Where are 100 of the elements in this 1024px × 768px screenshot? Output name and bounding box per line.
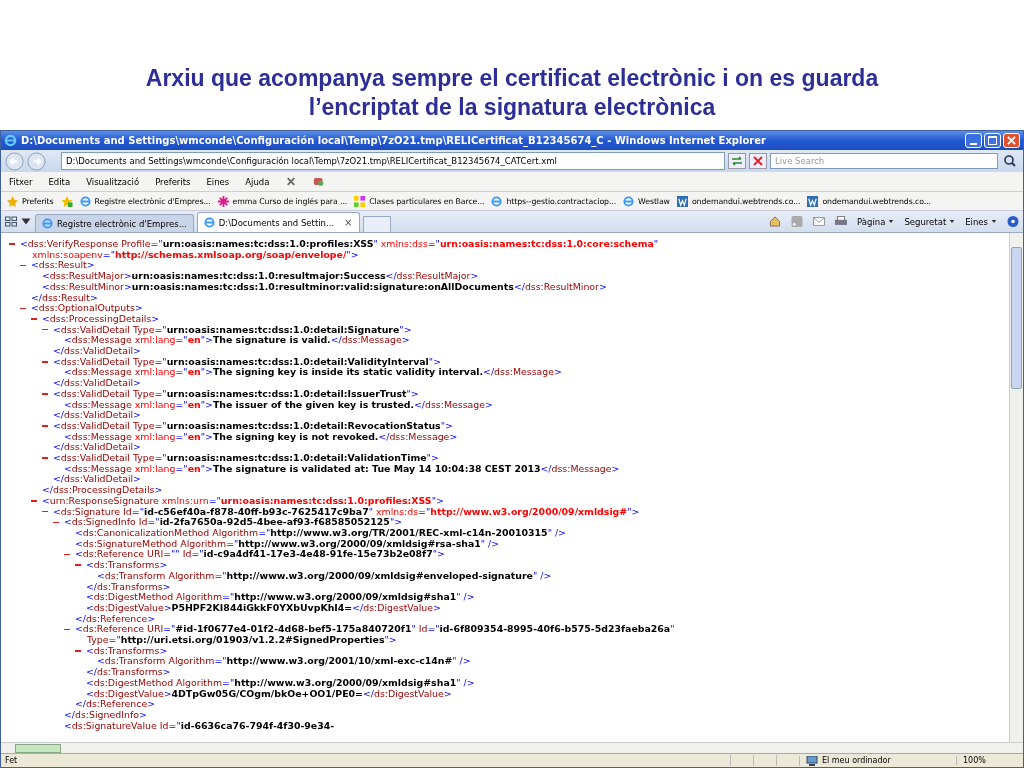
collapse-toggle-icon[interactable] — [42, 359, 48, 366]
menu-item[interactable]: Visualització — [86, 176, 140, 187]
horizontal-scrollbar[interactable] — [1, 742, 1023, 753]
close-button[interactable] — [1003, 133, 1020, 148]
xml-line: <ds:Reference URI="#id-1f0677e4-01f2-4d68-bef5-175a840720f1" Id="id-6f809354-8995-40f6-b575-5d23faeba26a" — [75, 624, 675, 635]
stop-button[interactable] — [749, 153, 767, 169]
menu-item[interactable]: Edita — [48, 176, 71, 187]
xml-line: </dss:ValidDetail> — [53, 442, 141, 454]
restore-button[interactable] — [984, 133, 1001, 148]
mail-icon[interactable] — [813, 216, 826, 227]
caret-icon — [888, 219, 895, 224]
slide-title: l’encriptat de la signatura electrònica — [307, 93, 717, 122]
command-menu[interactable]: Seguretat — [904, 216, 956, 227]
collapse-toggle-icon[interactable] — [42, 423, 48, 430]
globe-icon — [623, 195, 635, 207]
add-favorite-icon[interactable] — [60, 195, 73, 207]
globe-icon — [203, 217, 215, 228]
xml-line: <urn:ResponseSignature xmlns:urn="urn:oasis:names:tc:dss:1.0:profiles:XSS"> — [42, 495, 444, 507]
browser-tab[interactable]: D:\Documents and Settin... × — [196, 212, 360, 232]
xml-line: <dss:OptionalOutputs> — [31, 303, 143, 314]
xml-line: <ds:SignatureValue Id="id-6636ca76-794f-4f30-9e34- — [64, 720, 335, 732]
command-menu[interactable]: Eines — [965, 216, 997, 227]
collapse-toggle-icon[interactable] — [75, 648, 81, 655]
xml-line: </ds:Reference> — [75, 699, 156, 710]
menu-item[interactable]: Ajuda — [245, 176, 270, 187]
collapse-toggle-icon[interactable] — [9, 241, 15, 248]
dropdown-icon[interactable] — [20, 216, 32, 227]
slide-title: Arxiu que acompanya sempre el certificat electrònic i on es guarda — [144, 64, 880, 93]
xml-line: <ds:Reference URI="" Id="id-c9a4df41-17e3-4e48-91fe-15e73b2e08f7"> — [75, 549, 445, 561]
browser-icon — [4, 134, 17, 147]
quick-tabs-icon[interactable] — [5, 216, 17, 227]
address-field[interactable]: D:\Documents and Settings\wmconde\Configuración local\Temp\7zO21.tmp\RELICertificat_B12345674_CATCert.xml — [61, 152, 725, 170]
xml-line: </dss:ProcessingDetails> — [42, 485, 163, 496]
xml-line: </ds:Transforms> — [86, 581, 171, 593]
vertical-scrollbar[interactable] — [1009, 233, 1023, 742]
xml-line: <ds:Transforms> — [86, 560, 168, 571]
xml-line: <ds:Signature Id="id-c56ef40a-f878-40ff-b93c-7625417c9ba7" xmlns:ds="http://www.w3.org/2000/09/xmldsig#"> — [53, 506, 640, 518]
caret-icon — [991, 219, 997, 224]
menu-item[interactable]: Fitxer — [9, 176, 33, 187]
browser-tab[interactable]: Registre electrònic d'Empres... — [35, 214, 194, 232]
refresh-button[interactable] — [728, 153, 746, 169]
status-text: Fet — [4, 756, 19, 765]
close-icon — [1007, 136, 1016, 145]
xml-line: <dss:Message xml:lang="en">The issuer of the given key is trusted.</dss:Message> — [64, 399, 493, 411]
xml-line: <ds:SignatureMethod Algorithm="http://www.w3.org/2000/09/xmldsig#rsa-sha1" /> — [75, 538, 500, 550]
asterisk-icon — [217, 195, 229, 207]
xml-line: <dss:VerifyResponse Profile="urn:oasis:names:tc:dss:1.0:profiles:XSS" xmlns:dss="urn:oasis:names:tc:dss:1.0:core:schema" — [20, 239, 659, 250]
xml-line: <dss:ValidDetail Type="urn:oasis:names:tc:dss:1.0:detail:IssuerTrust"> — [53, 388, 419, 400]
window-title: D:\Documents and Settings\wmconde\Configuración local\Temp\7zO21.tmp\RELICertificat_B12345674_C - Windows Internet Explorer — [21, 135, 767, 146]
collapse-toggle-icon[interactable] — [75, 562, 81, 569]
xml-line: <ds:DigestValue>P5HPF2KI844iGkkF0YXbUvpKhI4=</ds:DigestValue> — [86, 602, 441, 614]
toolbar-icon[interactable] — [313, 176, 326, 187]
xml-line: </dss:ValidDetail> — [53, 378, 141, 389]
letter-tile-icon — [807, 195, 819, 207]
xml-line: <ds:DigestMethod Algorithm="http://www.w3.org/2000/09/xmldsig#sha1" /> — [86, 677, 475, 689]
menu-item[interactable]: Preferits — [155, 176, 191, 187]
xml-line: <ds:DigestValue>4DTpGw05G/COgm/bkOe+OO1/PE0=</ds:DigestValue> — [86, 688, 452, 700]
command-menu[interactable]: Pàgina — [857, 216, 895, 227]
xml-line: <dss:ProcessingDetails> — [42, 313, 160, 325]
collapse-toggle-icon[interactable] — [31, 498, 37, 505]
collapse-toggle-icon[interactable] — [31, 316, 37, 323]
monitor-icon — [806, 755, 818, 766]
menu-item[interactable]: Eines — [206, 176, 230, 187]
xml-line: <dss:Result> — [31, 260, 95, 272]
home-icon[interactable] — [769, 216, 782, 227]
help-icon[interactable] — [1007, 216, 1019, 227]
print-icon[interactable] — [835, 216, 848, 227]
xml-line: <dss:Message xml:lang="en">The signing key is inside its static validity interval.</dss:Message> — [64, 367, 562, 379]
xml-line: <ds:DigestMethod Algorithm="http://www.w3.org/2000/09/xmldsig#sha1" /> — [86, 592, 475, 603]
xml-line: <dss:ValidDetail Type="urn:oasis:names:tc:dss:1.0:detail:RevocationStatus"> — [53, 420, 453, 432]
xml-line: </ds:Transforms> — [86, 667, 171, 678]
xml-line: <ds:CanonicalizationMethod Algorithm="http://www.w3.org/TR/2001/REC-xml-c14n-20010315" /> — [75, 528, 566, 539]
squares-icon — [354, 195, 366, 207]
letter-tile-icon — [676, 195, 688, 207]
collapse-toggle-icon[interactable] — [42, 391, 48, 398]
security-zone: El meu ordinador — [799, 755, 956, 766]
xml-line: <dss:Message xml:lang="en">The signature is validated at: Tue May 14 10:04:38 CEST 2013</dss:Message> — [64, 463, 620, 475]
globe-icon — [491, 195, 503, 207]
xml-line: xmlns:soapenv="http://schemas.xmlsoap.org/soap/envelope/"> — [32, 249, 359, 261]
minimize-button[interactable] — [965, 133, 982, 148]
xml-line: <dss:ResultMajor>urn:oasis:names:tc:dss:1.0:resultmajor:Success</dss:ResultMajor> — [42, 271, 479, 282]
xml-line: <dss:ResultMinor>urn:oasis:names:tc:dss:1.0:resultminor:valid:signature:onAllDocuments</dss:ResultMinor> — [42, 281, 607, 293]
close-icon[interactable] — [285, 176, 298, 187]
xml-line: </dss:Result> — [31, 292, 98, 304]
xml-line: <dss:Message xml:lang="en">The signing key is not revoked.</dss:Message> — [64, 431, 458, 443]
xml-line: </dss:ValidDetail> — [53, 346, 141, 357]
caret-icon — [949, 219, 956, 224]
zoom-level[interactable]: 100% — [956, 756, 1023, 765]
xml-line: <dss:Message xml:lang="en">The signature is valid.</dss:Message> — [64, 335, 410, 347]
collapse-toggle-icon[interactable] — [42, 455, 48, 462]
xml-line: <ds:SignedInfo Id="id-2fa7650a-92d5-4bee-af93-f68585052125"> — [64, 517, 403, 528]
star-icon — [7, 195, 18, 207]
xml-line: <ds:Transform Algorithm="http://www.w3.org/2001/10/xml-exc-c14n#" /> — [97, 656, 471, 668]
xml-line: </dss:ValidDetail> — [53, 410, 141, 421]
xml-line: <dss:ValidDetail Type="urn:oasis:names:tc:dss:1.0:detail:ValidityInterval"> — [53, 356, 441, 368]
xml-line: <ds:Transform Algorithm="http://www.w3.org/2000/09/xmldsig#enveloped-signature" /> — [97, 570, 552, 582]
search-field[interactable]: Live Search — [770, 153, 998, 169]
xml-line: </ds:SignedInfo> — [64, 709, 147, 721]
xml-line: <ds:Transforms> — [86, 645, 168, 657]
globe-icon — [42, 218, 53, 229]
